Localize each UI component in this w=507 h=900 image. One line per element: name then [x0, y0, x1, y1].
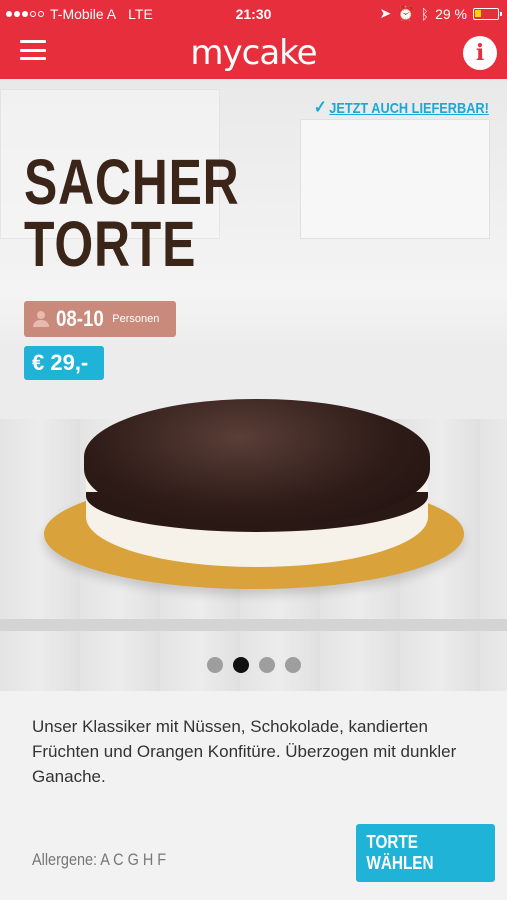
background-cabinet [300, 119, 490, 239]
allergens-label: Allergene: A C G H F [32, 850, 167, 869]
servings-badge: 08-10 Personen [24, 301, 176, 337]
alarm-icon: ⏰ [397, 5, 415, 21]
cake-image [44, 397, 464, 597]
table-edge [0, 619, 507, 631]
status-right: ➤ ⏰ ᛒ 29 % [379, 5, 502, 22]
status-bar: T-Mobile A LTE 21:30 ➤ ⏰ ᛒ 29 % [0, 0, 507, 28]
app-logo: mycake [190, 33, 317, 73]
title-line-2: TORTE [24, 208, 197, 280]
battery-percent: 29 % [435, 5, 467, 22]
pager-dot[interactable] [232, 657, 249, 673]
product-description: Unser Klassiker mit Nüssen, Schokolade, … [32, 717, 457, 786]
delivery-link[interactable]: ✓ JETZT AUCH LIEFERBAR! [314, 97, 489, 118]
product-hero: ✓ JETZT AUCH LIEFERBAR! SACHER TORTE 08-1… [0, 79, 507, 691]
product-title: SACHER TORTE [24, 146, 240, 280]
bluetooth-icon: ᛒ [420, 5, 430, 22]
persons-icon [32, 311, 50, 327]
choose-cake-button[interactable]: TORTE WÄHLEN [356, 824, 495, 882]
battery-icon [473, 7, 502, 20]
location-arrow-icon: ➤ [379, 5, 392, 21]
app-header: T-Mobile A LTE 21:30 ➤ ⏰ ᛒ 29 % mycake i [0, 0, 507, 79]
checkmark-icon: ✓ [314, 97, 327, 117]
servings-unit: Personen [112, 313, 160, 325]
title-line-1: SACHER [24, 146, 240, 218]
pager-dot[interactable] [284, 657, 301, 673]
servings-value: 08-10 [56, 306, 104, 331]
choose-cake-label: TORTE WÄHLEN [366, 832, 434, 873]
pager-dot[interactable] [258, 657, 275, 673]
pager-dot[interactable] [206, 657, 223, 673]
image-pager [0, 657, 507, 673]
info-button[interactable]: i [463, 36, 497, 70]
price-badge: € 29,- [24, 346, 104, 380]
delivery-label: JETZT AUCH LIEFERBAR! [329, 100, 489, 117]
